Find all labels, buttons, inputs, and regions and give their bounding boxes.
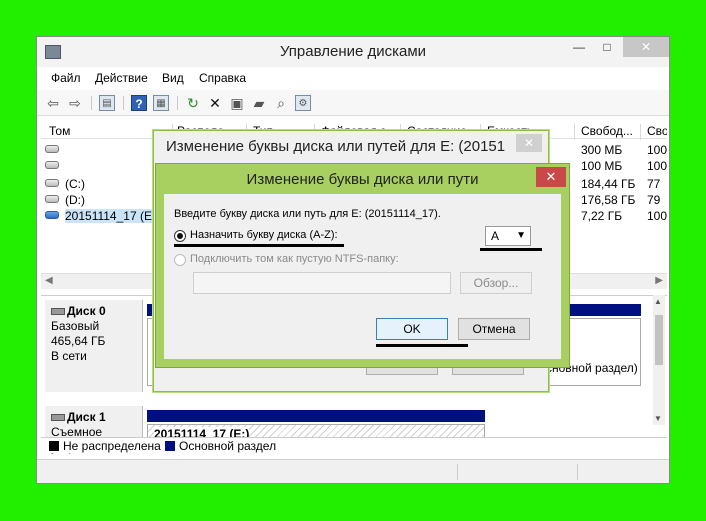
column-free[interactable]: Свобод...	[577, 124, 641, 140]
disk-size: 465,64 ГБ	[51, 334, 106, 348]
legend: Не распределена Основной раздел	[41, 437, 667, 453]
properties-pane-icon[interactable]: ▦	[153, 95, 169, 111]
toolbar-divider	[123, 96, 124, 110]
volume-free-pct: 100	[647, 143, 668, 157]
menu-help[interactable]: Справка	[199, 71, 246, 85]
partition-stripe	[147, 410, 485, 422]
disk-0-label[interactable]: Диск 0 Базовый 465,64 ГБ В сети	[45, 300, 143, 392]
column-free-pct[interactable]: Сво	[643, 124, 667, 140]
toolbar-divider	[177, 96, 178, 110]
change-drive-letter-dialog: Изменение буквы диска или пути ✕ Введите…	[155, 163, 570, 368]
help-icon[interactable]: ?	[131, 95, 147, 111]
title-bar: Управление дисками — □ ✕	[37, 37, 669, 67]
scroll-up-icon[interactable]: ▲	[654, 297, 662, 306]
minimize-button[interactable]: —	[565, 37, 593, 57]
chevron-down-icon: ▼	[516, 230, 526, 241]
folder-path-input[interactable]	[193, 272, 451, 294]
legend-primary: Основной раздел	[179, 439, 277, 453]
disk-title: Диск 1	[67, 410, 106, 424]
annotation-underline	[174, 244, 344, 247]
mount-folder-label[interactable]: Подключить том как пустую NTFS-папку:	[190, 253, 399, 265]
console-tree-icon[interactable]: ▤	[99, 95, 115, 111]
hard-disk-icon	[51, 308, 65, 316]
forward-arrow-icon[interactable]: ⇨	[67, 95, 83, 111]
settings-icon[interactable]: ⚙	[295, 95, 311, 111]
vertical-scrollbar[interactable]: ▲ ▼	[653, 295, 665, 425]
legend-primary-swatch	[165, 441, 175, 451]
volume-free: 100 МБ	[581, 159, 623, 173]
volume-free-pct: 79	[647, 193, 661, 207]
disk-state: В сети	[51, 349, 87, 363]
close-button[interactable]: ✕	[623, 37, 669, 57]
scroll-thumb[interactable]	[655, 315, 663, 365]
volume-name: (D:)	[65, 193, 85, 207]
dialog-prompt: Введите букву диска или путь для E: (201…	[174, 208, 441, 220]
dialog-title-bar: Изменение буквы диска или пути ✕	[156, 164, 569, 194]
mount-folder-radio[interactable]	[174, 254, 186, 266]
volume-name: 20151114_17 (E:)	[65, 209, 160, 223]
selected-letter: A	[491, 229, 500, 243]
annotation-underline	[480, 248, 542, 251]
refresh-icon[interactable]: ↻	[185, 95, 201, 111]
maximize-button[interactable]: □	[593, 37, 621, 57]
volume-free: 184,44 ГБ	[581, 177, 636, 191]
volume-free: 300 МБ	[581, 143, 623, 157]
status-divider	[577, 464, 578, 480]
dialog-title: Изменение буквы диска или путей для E: (…	[166, 138, 506, 155]
disk-title: Диск 0	[67, 304, 106, 318]
menu-action[interactable]: Действие	[95, 71, 148, 85]
scroll-right-icon[interactable]: ▶	[655, 275, 663, 286]
volume-free-pct: 100	[647, 209, 668, 223]
toolbar-divider	[91, 96, 92, 110]
search-icon[interactable]: ⌕	[273, 95, 289, 111]
menu-bar: Файл Действие Вид Справка	[37, 67, 669, 89]
dialog-close-button[interactable]: ✕	[536, 167, 566, 187]
menu-file[interactable]: Файл	[51, 71, 81, 85]
drive-letter-select[interactable]: A ▼	[485, 226, 531, 246]
dialog-title-bar: Изменение буквы диска или путей для E: (…	[154, 131, 548, 161]
volume-name: (C:)	[65, 177, 85, 191]
ok-button[interactable]: OK	[376, 318, 448, 340]
cancel-button[interactable]: Отмена	[458, 318, 530, 340]
volume-free: 7,22 ГБ	[581, 209, 623, 223]
drive-icon	[45, 195, 59, 203]
legend-unallocated-swatch	[49, 441, 59, 451]
menu-view[interactable]: Вид	[162, 71, 184, 85]
assign-letter-label[interactable]: Назначить букву диска (A-Z):	[190, 229, 338, 241]
volume-free-pct: 100	[647, 159, 668, 173]
status-bar	[37, 459, 669, 483]
scroll-left-icon[interactable]: ◀	[45, 275, 53, 286]
dialog-body: Введите букву диска или путь для E: (201…	[164, 194, 561, 359]
disk-type: Базовый	[51, 319, 100, 333]
usb-drive-icon	[45, 211, 59, 219]
toolbar: ⇦ ⇨ ▤ ? ▦ ↻ ✕ ▣ ▰ ⌕ ⚙	[37, 90, 669, 116]
dialog-close-button[interactable]: ✕	[516, 134, 542, 152]
volume-free: 176,58 ГБ	[581, 193, 636, 207]
drive-icon	[45, 161, 59, 169]
volume-free-pct: 77	[647, 177, 661, 191]
dialog-title: Изменение буквы диска или пути	[246, 171, 479, 188]
assign-letter-radio[interactable]	[174, 230, 186, 242]
browse-button[interactable]: Обзор...	[460, 272, 532, 294]
back-arrow-icon[interactable]: ⇦	[45, 95, 61, 111]
annotation-underline	[376, 344, 468, 347]
removable-disk-icon	[51, 414, 65, 422]
delete-icon[interactable]: ✕	[207, 95, 223, 111]
properties-icon[interactable]: ▣	[229, 95, 245, 111]
drive-icon	[45, 145, 59, 153]
status-divider	[457, 464, 458, 480]
scroll-down-icon[interactable]: ▼	[654, 414, 662, 423]
open-folder-icon[interactable]: ▰	[251, 95, 267, 111]
legend-unallocated: Не распределена	[63, 439, 161, 453]
drive-icon	[45, 179, 59, 187]
